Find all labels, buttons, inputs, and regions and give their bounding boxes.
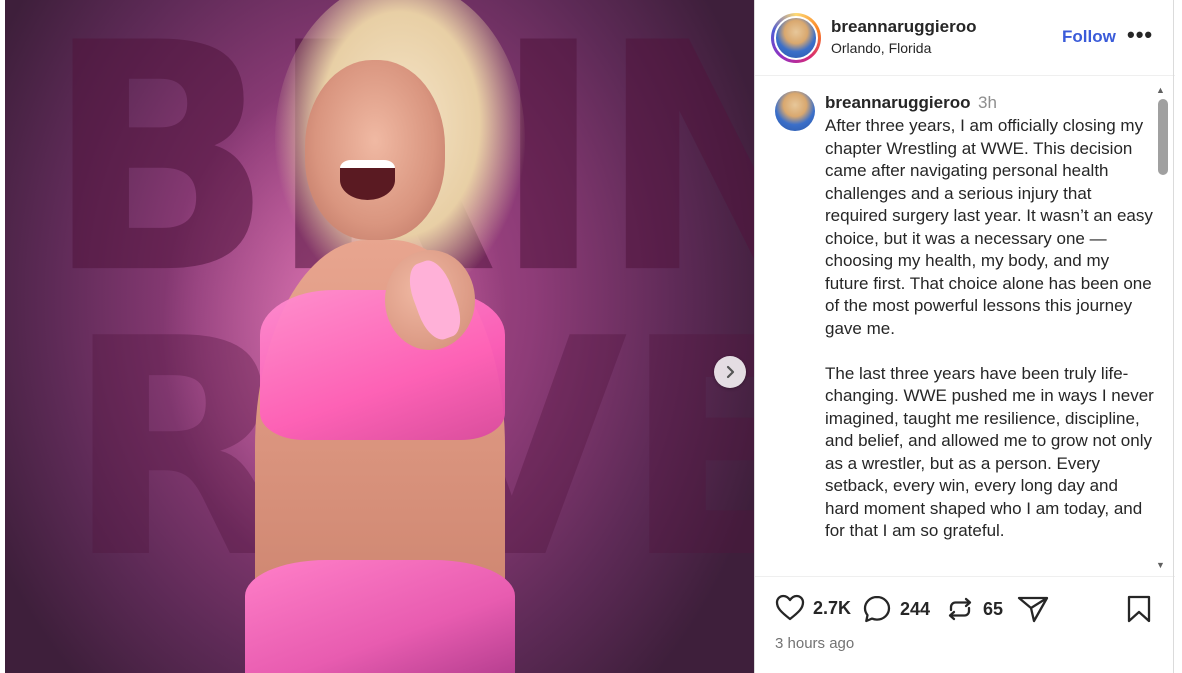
like-count: 2.7K: [813, 597, 852, 618]
heart-icon: [775, 594, 805, 621]
caption-avatar[interactable]: [775, 91, 815, 131]
next-image-button[interactable]: [714, 356, 746, 388]
share-button[interactable]: [1017, 594, 1049, 624]
comment-count: 244: [900, 598, 931, 619]
post-side-panel: breannaruggieroo Orlando, Florida Follow…: [754, 0, 1175, 673]
save-button[interactable]: [1126, 594, 1152, 624]
avatar-image: [774, 16, 818, 60]
repost-icon: [948, 597, 972, 621]
caption-area[interactable]: breannaruggieroo 3h After three years, I…: [755, 77, 1175, 577]
action-bar: 2.7K 244 65 3 hours ago: [755, 578, 1175, 673]
caption-text: After three years, I am officially closi…: [825, 116, 1154, 540]
header-location[interactable]: Orlando, Florida: [831, 40, 931, 56]
repost-count: 65: [983, 598, 1004, 619]
post-header: breannaruggieroo Orlando, Florida Follow…: [755, 0, 1175, 76]
header-username[interactable]: breannaruggieroo: [831, 17, 976, 37]
caption-username[interactable]: breannaruggieroo: [825, 93, 970, 113]
post-image[interactable]: BRINLEY RIVERA: [5, 0, 754, 673]
scroll-down-arrow[interactable]: ▼: [1156, 560, 1165, 570]
post-timestamp[interactable]: 3 hours ago: [775, 635, 854, 652]
figure-face: [305, 60, 445, 240]
follow-button[interactable]: Follow: [1062, 27, 1116, 47]
chevron-right-icon: [726, 365, 735, 379]
like-button[interactable]: 2.7K: [775, 594, 851, 622]
comment-icon: [863, 595, 891, 623]
figure-mouth: [340, 160, 395, 200]
bookmark-icon: [1127, 595, 1151, 623]
figure-bottom: [245, 560, 515, 673]
scroll-up-arrow[interactable]: ▲: [1156, 85, 1165, 95]
avatar[interactable]: [771, 13, 821, 63]
share-icon: [1017, 596, 1049, 623]
comment-button[interactable]: 244: [862, 594, 930, 624]
caption-time: 3h: [978, 93, 997, 112]
repost-button[interactable]: 65: [945, 594, 1003, 624]
more-icon[interactable]: •••: [1127, 22, 1153, 48]
scrollbar-thumb[interactable]: [1158, 99, 1168, 175]
panel-border: [1173, 0, 1174, 673]
